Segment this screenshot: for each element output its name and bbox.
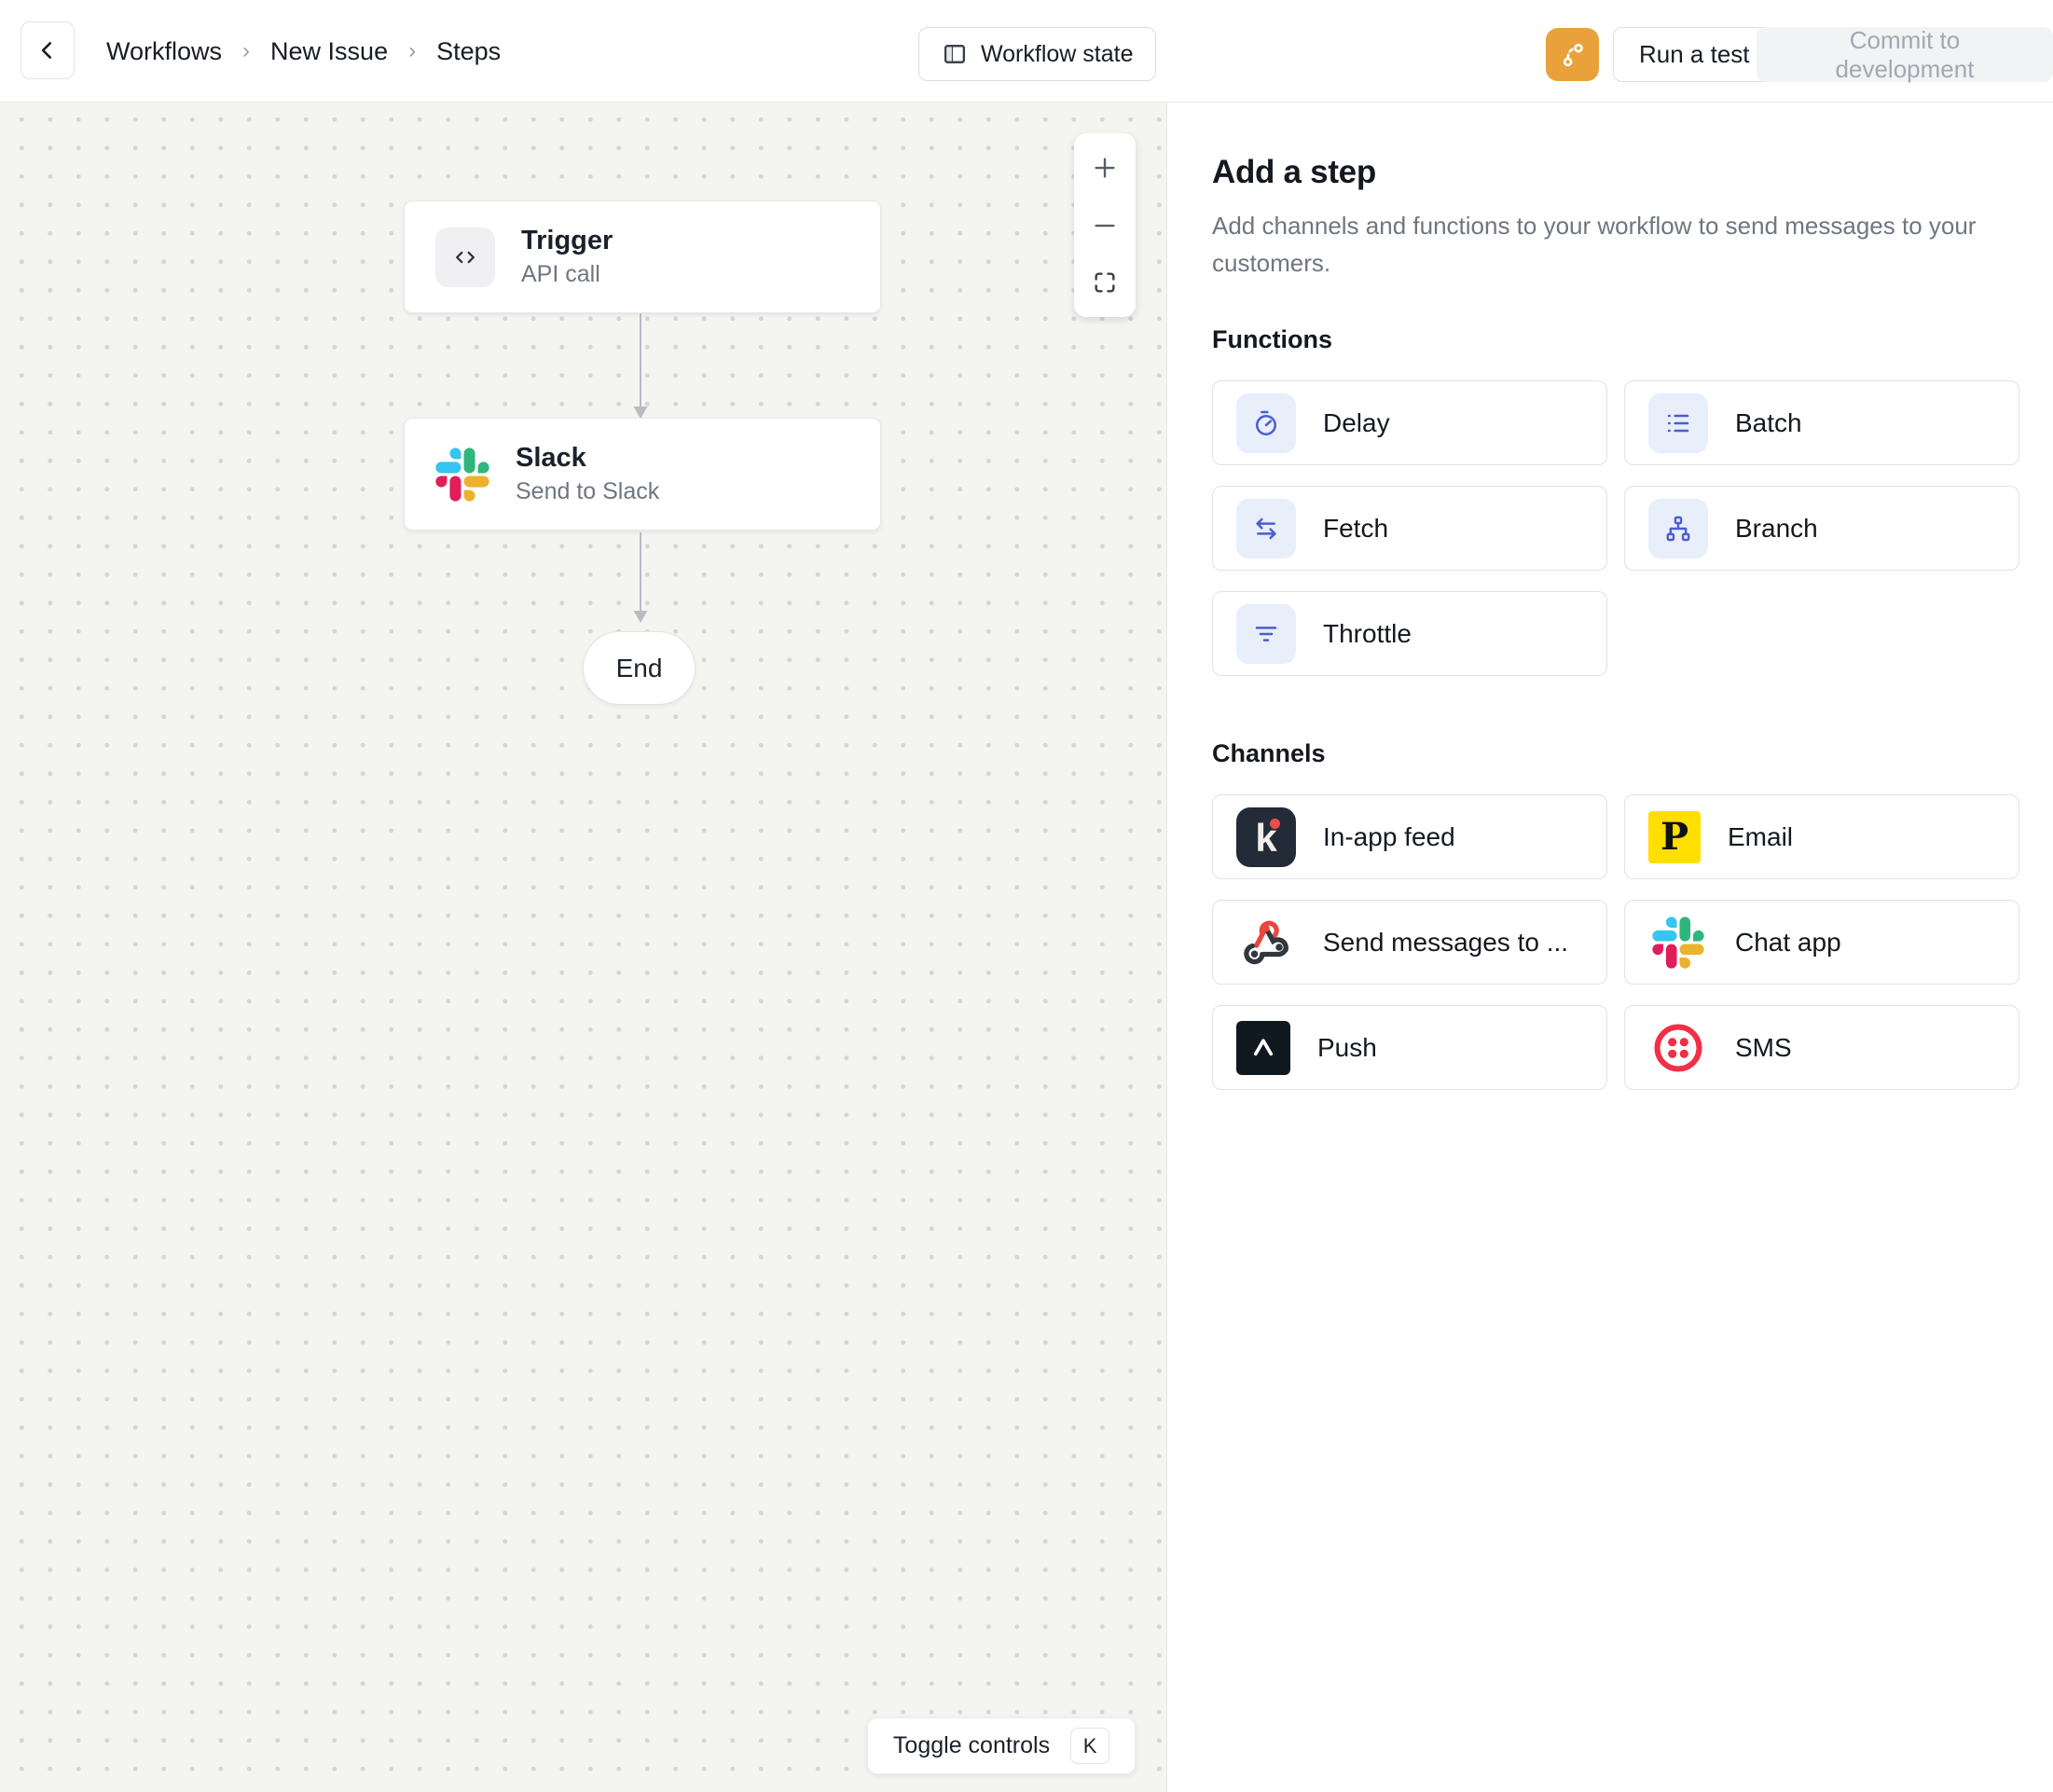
add-step-panel: Add a step Add channels and functions to…	[1167, 103, 2053, 1792]
node-title: Slack	[516, 443, 659, 474]
breadcrumb: Workflows › New Issue › Steps	[106, 0, 501, 103]
function-card-fetch[interactable]: Fetch	[1212, 486, 1607, 571]
channel-card-email[interactable]: P Email	[1624, 794, 2019, 879]
breadcrumb-separator: ›	[242, 38, 250, 64]
function-card-delay[interactable]: Delay	[1212, 380, 1607, 465]
section-title-functions: Functions	[1212, 325, 2019, 354]
functions-grid: Delay Batch Fetch	[1212, 380, 2019, 676]
section-title-channels: Channels	[1212, 739, 2019, 768]
plus-icon	[1091, 154, 1119, 182]
node-subtitle: Send to Slack	[516, 478, 659, 505]
slack-icon	[435, 448, 489, 502]
expo-icon	[1236, 1021, 1290, 1075]
slack-node[interactable]: Slack Send to Slack	[404, 418, 881, 531]
node-title: Trigger	[521, 226, 613, 256]
webhook-icon	[1236, 913, 1296, 972]
fit-view-icon	[1092, 269, 1118, 296]
end-label: End	[616, 654, 663, 683]
toggle-controls-label: Toggle controls	[893, 1732, 1050, 1759]
timer-icon	[1236, 393, 1296, 453]
workflow-editor: Workflows › New Issue › Steps Workflow s…	[0, 0, 2053, 1792]
node-subtitle: API call	[521, 261, 613, 288]
code-icon	[435, 227, 495, 287]
commit-label: Commit to development	[1783, 26, 2027, 84]
connector-arrow	[629, 531, 652, 626]
workflow-state-label: Workflow state	[981, 41, 1133, 68]
zoom-controls	[1074, 133, 1136, 317]
workflow-canvas[interactable]: Trigger API call Slack Send to Slack	[0, 103, 1166, 1792]
run-test-label: Run a test	[1639, 40, 1750, 69]
breadcrumb-item-new-issue[interactable]: New Issue	[270, 37, 388, 66]
connector-arrow	[629, 311, 652, 421]
channels-grid: k In-app feed P Email	[1212, 794, 2019, 1090]
panel-left-icon	[942, 41, 968, 67]
channel-card-chat-app[interactable]: Chat app	[1624, 900, 2019, 985]
function-card-batch[interactable]: Batch	[1624, 380, 2019, 465]
zoom-out-button[interactable]	[1074, 197, 1136, 255]
fit-view-button[interactable]	[1074, 254, 1136, 311]
function-card-throttle[interactable]: Throttle	[1212, 591, 1607, 676]
run-test-button[interactable]: Run a test	[1613, 27, 1776, 82]
channel-card-sms[interactable]: SMS	[1624, 1005, 2019, 1090]
chevron-left-icon	[35, 38, 60, 62]
channel-card-in-app-feed[interactable]: k In-app feed	[1212, 794, 1607, 879]
twilio-icon	[1648, 1018, 1708, 1078]
channel-card-push[interactable]: Push	[1212, 1005, 1607, 1090]
arrows-left-right-icon	[1236, 499, 1296, 558]
minus-icon	[1091, 212, 1119, 240]
back-button[interactable]	[21, 21, 75, 79]
trigger-node[interactable]: Trigger API call	[404, 200, 881, 313]
postmark-icon: P	[1648, 811, 1701, 863]
keyboard-key-k: K	[1070, 1728, 1109, 1764]
filter-icon	[1236, 604, 1296, 664]
topbar: Workflows › New Issue › Steps Workflow s…	[0, 0, 2053, 103]
function-card-branch[interactable]: Branch	[1624, 486, 2019, 571]
breadcrumb-separator: ›	[408, 38, 416, 64]
commit-to-development-button[interactable]: Commit to development	[1757, 27, 2053, 82]
list-icon	[1648, 393, 1708, 453]
git-branch-button[interactable]	[1546, 28, 1599, 81]
workflow-state-button[interactable]: Workflow state	[918, 27, 1156, 81]
hierarchy-icon	[1648, 499, 1708, 558]
slack-icon	[1648, 913, 1708, 972]
channel-card-send-messages[interactable]: Send messages to ...	[1212, 900, 1607, 985]
git-branch-icon	[1558, 40, 1588, 70]
breadcrumb-item-steps[interactable]: Steps	[436, 37, 501, 66]
knock-icon: k	[1236, 807, 1296, 867]
toggle-controls-button[interactable]: Toggle controls K	[867, 1717, 1136, 1774]
end-node[interactable]: End	[583, 631, 696, 705]
zoom-in-button[interactable]	[1074, 139, 1136, 197]
breadcrumb-item-workflows[interactable]: Workflows	[106, 37, 222, 66]
panel-description: Add channels and functions to your workf…	[1212, 207, 2019, 282]
panel-title: Add a step	[1212, 154, 2019, 191]
